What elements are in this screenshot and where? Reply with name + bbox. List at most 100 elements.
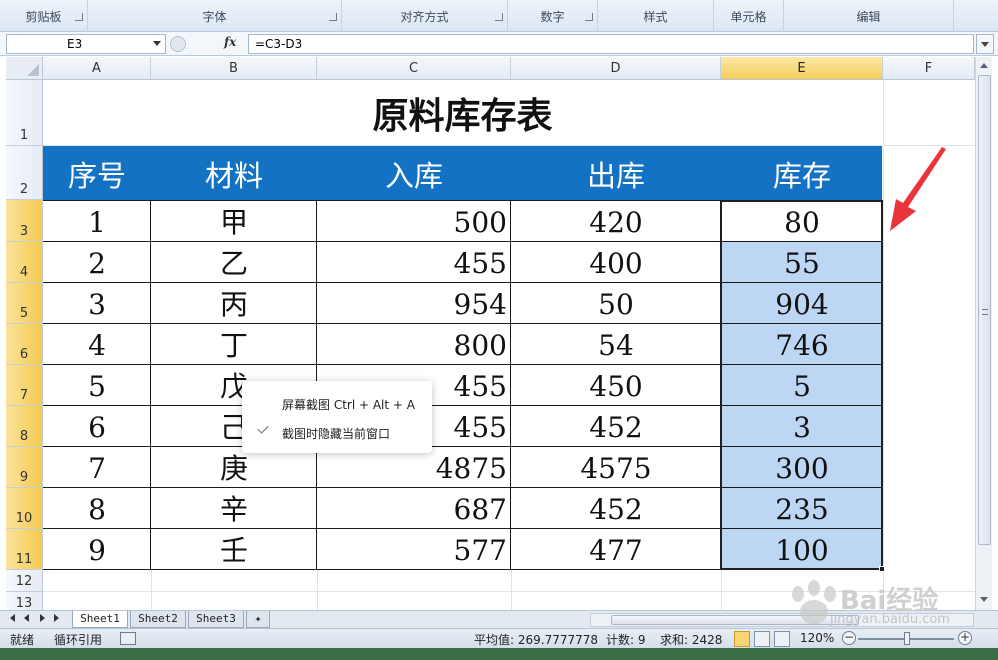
dialog-launcher-icon[interactable]	[585, 13, 593, 21]
cell-c10[interactable]: 687	[317, 488, 511, 529]
scroll-up-icon[interactable]	[980, 63, 988, 68]
select-all-button[interactable]	[6, 57, 43, 80]
cell-a6[interactable]: 4	[43, 324, 151, 365]
ribbon-group-number[interactable]: 数字	[508, 0, 598, 32]
cell-b10[interactable]: 辛	[151, 488, 317, 529]
cell-a5[interactable]: 3	[43, 283, 151, 324]
column-header-e[interactable]: E	[721, 57, 883, 80]
cell-c6[interactable]: 800	[317, 324, 511, 365]
cell-c4[interactable]: 455	[317, 242, 511, 283]
status-circular-reference[interactable]: 循环引用	[54, 631, 102, 648]
dialog-launcher-icon[interactable]	[329, 13, 337, 21]
cell-d9[interactable]: 4575	[511, 447, 721, 488]
cell-d7[interactable]: 450	[511, 365, 721, 406]
row-header-10[interactable]: 10	[6, 488, 43, 529]
macro-record-icon[interactable]	[120, 632, 136, 645]
chevron-down-icon[interactable]	[153, 41, 161, 46]
column-header-a[interactable]: A	[43, 57, 151, 80]
row-header-3[interactable]: 3	[6, 200, 43, 242]
cell-b4[interactable]: 乙	[151, 242, 317, 283]
cell-b3[interactable]: 甲	[151, 201, 317, 242]
header-cell-material[interactable]: 材料	[151, 146, 317, 200]
cell-d8[interactable]: 452	[511, 406, 721, 447]
cell-a4[interactable]: 2	[43, 242, 151, 283]
vertical-scroll-thumb[interactable]	[978, 75, 991, 545]
status-average: 平均值: 269.7777778	[474, 633, 599, 647]
cell-c11[interactable]: 577	[317, 529, 511, 570]
header-cell-stock[interactable]: 库存	[721, 146, 883, 200]
cell-d6[interactable]: 54	[511, 324, 721, 365]
excel-window: 剪贴板 字体 对齐方式 数字 样式 单元格 编辑 E3 fx =C3-D3 A …	[0, 0, 998, 660]
border-line	[150, 200, 151, 570]
row-header-11[interactable]: 11	[6, 529, 43, 570]
previous-sheet-icon[interactable]	[24, 614, 29, 622]
row-header-8[interactable]: 8	[6, 406, 43, 447]
menu-item-hide-window[interactable]: 截图时隐藏当前窗口	[282, 425, 390, 442]
cell-a8[interactable]: 6	[43, 406, 151, 447]
row-header-7[interactable]: 7	[6, 365, 43, 406]
tab-sheet1[interactable]: Sheet1	[72, 611, 128, 628]
header-cell-index[interactable]: 序号	[43, 146, 151, 200]
expand-formula-bar-button[interactable]	[976, 34, 994, 54]
ribbon-group-editing[interactable]: 编辑	[784, 0, 954, 32]
red-arrow-icon	[890, 147, 946, 231]
cell-b11[interactable]: 壬	[151, 529, 317, 570]
dialog-launcher-icon[interactable]	[495, 13, 503, 21]
next-sheet-icon[interactable]	[40, 614, 45, 622]
cell-c9[interactable]: 4875	[317, 447, 511, 488]
column-header-d[interactable]: D	[511, 57, 721, 80]
row-header-6[interactable]: 6	[6, 324, 43, 365]
header-cell-outbound[interactable]: 出库	[511, 146, 721, 200]
row-header-4[interactable]: 4	[6, 242, 43, 283]
cell-a10[interactable]: 8	[43, 488, 151, 529]
tab-sheet2[interactable]: Sheet2	[130, 611, 186, 628]
ribbon-group-label: 剪贴板	[25, 9, 62, 24]
ribbon-group-label: 编辑	[856, 9, 881, 24]
cell-c5[interactable]: 954	[317, 283, 511, 324]
dialog-launcher-icon[interactable]	[75, 13, 83, 21]
ribbon-group-alignment[interactable]: 对齐方式	[342, 0, 508, 32]
row-header-12[interactable]: 12	[6, 570, 43, 592]
ribbon-group-styles[interactable]: 样式	[598, 0, 714, 32]
menu-item-screen-capture[interactable]: 屏幕截图 Ctrl + Alt + A	[282, 396, 415, 413]
first-sheet-icon[interactable]	[10, 614, 15, 622]
insert-function-icon[interactable]: fx	[224, 35, 236, 49]
column-header-f[interactable]: F	[883, 57, 975, 80]
formula-input[interactable]: =C3-D3	[248, 34, 974, 54]
column-header-c[interactable]: C	[317, 57, 511, 80]
normal-view-icon[interactable]	[734, 631, 750, 647]
row-header-1[interactable]: 1	[6, 80, 43, 146]
ribbon-group-label: 对齐方式	[400, 9, 449, 24]
status-count: 计数: 9	[606, 633, 646, 647]
insert-sheet-icon[interactable]: ✦	[246, 611, 270, 628]
column-header-b[interactable]: B	[151, 57, 317, 80]
header-cell-inbound[interactable]: 入库	[317, 146, 511, 200]
ribbon-group-clipboard[interactable]: 剪贴板	[0, 0, 88, 32]
cell-b9[interactable]: 庚	[151, 447, 317, 488]
row-header-9[interactable]: 9	[6, 447, 43, 488]
cell-a9[interactable]: 7	[43, 447, 151, 488]
ribbon-group-cells[interactable]: 单元格	[714, 0, 784, 32]
vertical-scrollbar[interactable]	[975, 57, 992, 614]
cell-b5[interactable]: 丙	[151, 283, 317, 324]
cell-b6[interactable]: 丁	[151, 324, 317, 365]
cell-a3[interactable]: 1	[43, 201, 151, 242]
row-header-2[interactable]: 2	[6, 146, 43, 200]
last-sheet-icon[interactable]	[54, 614, 59, 622]
tab-sheet3[interactable]: Sheet3	[188, 611, 244, 628]
ribbon-group-font[interactable]: 字体	[88, 0, 342, 32]
row-header-5[interactable]: 5	[6, 283, 43, 324]
cell-d3[interactable]: 420	[511, 201, 721, 242]
name-box[interactable]: E3	[6, 34, 166, 54]
formula-bar-resize-handle[interactable]	[170, 36, 186, 52]
cell-a7[interactable]: 5	[43, 365, 151, 406]
gridline	[883, 80, 884, 614]
cell-c3[interactable]: 500	[317, 201, 511, 242]
cell-d11[interactable]: 477	[511, 529, 721, 570]
cell-d5[interactable]: 50	[511, 283, 721, 324]
cell-d4[interactable]: 400	[511, 242, 721, 283]
cell-a11[interactable]: 9	[43, 529, 151, 570]
sheet-title-cell[interactable]: 原料库存表	[43, 81, 882, 145]
cell-d10[interactable]: 452	[511, 488, 721, 529]
fill-handle[interactable]	[879, 566, 885, 572]
